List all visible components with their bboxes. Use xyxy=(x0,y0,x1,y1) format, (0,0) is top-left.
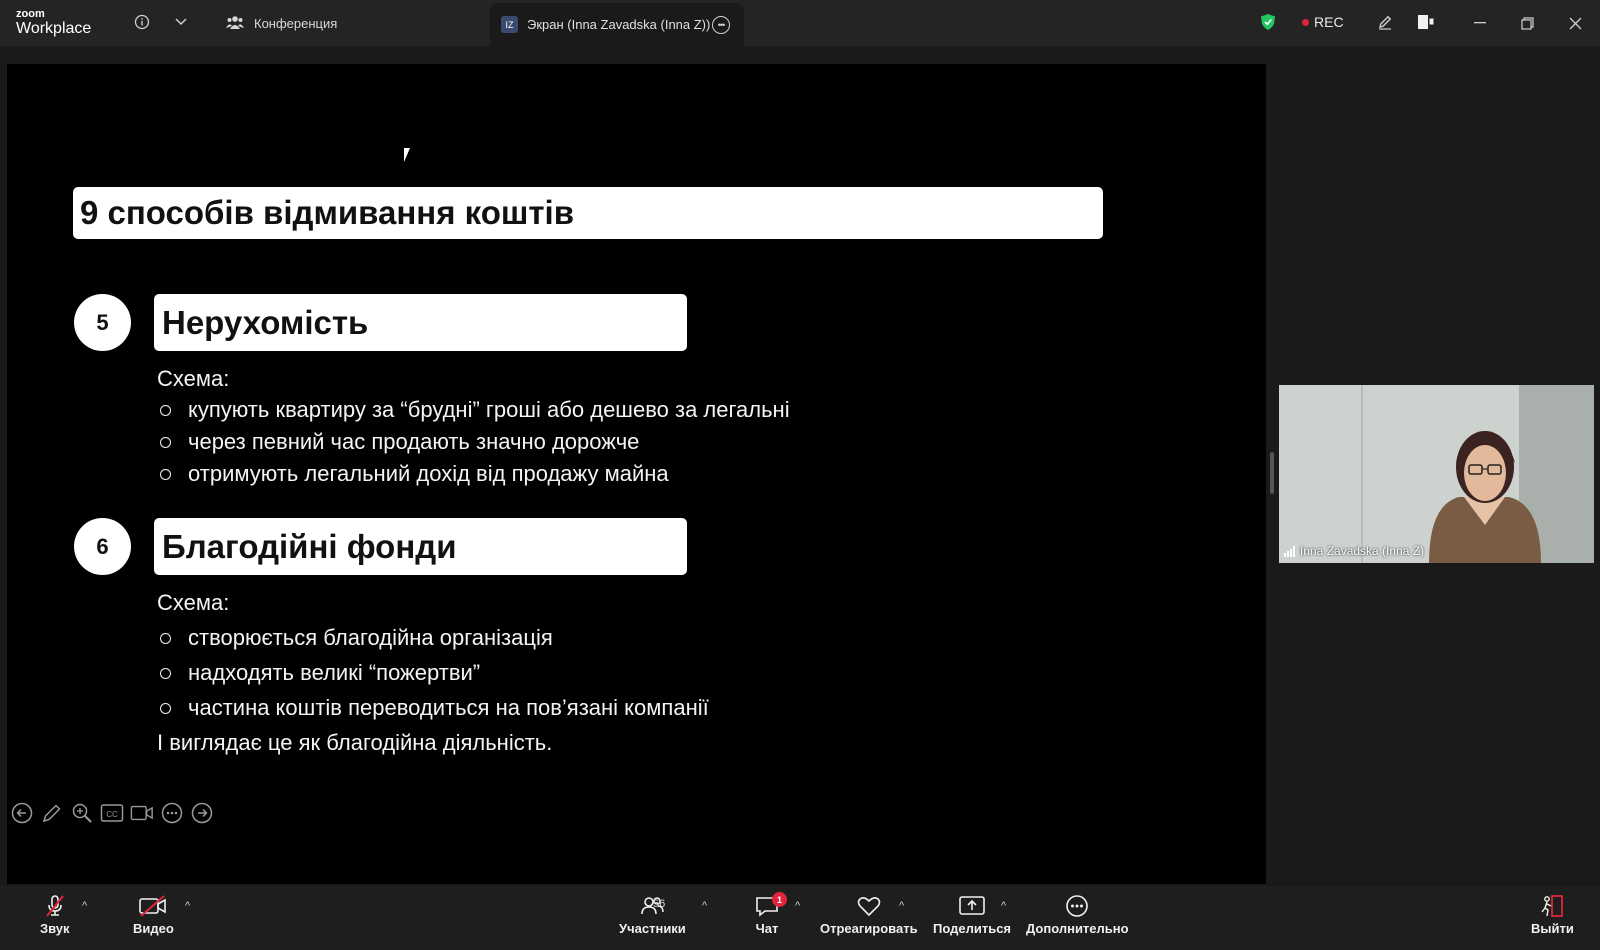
bullet-circle-icon xyxy=(160,404,171,416)
section-6-bullet: надходять великі “пожертви” xyxy=(157,660,480,686)
section-5-number: 5 xyxy=(74,294,131,351)
chat-button[interactable]: 1 Чат xyxy=(754,892,787,936)
share-label: Поделиться xyxy=(933,921,1012,936)
close-icon[interactable] xyxy=(1564,12,1586,34)
leave-button[interactable]: Выйти xyxy=(1531,894,1574,936)
screen-owner-avatar: IZ xyxy=(501,16,518,33)
view-layout-icon[interactable] xyxy=(1416,12,1436,32)
chevron-down-icon[interactable] xyxy=(171,12,191,32)
minimize-icon[interactable] xyxy=(1469,12,1491,34)
previous-slide-icon[interactable] xyxy=(10,801,34,825)
audio-button[interactable]: Звук xyxy=(40,894,70,936)
muted-mic-icon xyxy=(46,895,64,917)
more-label: Дополнительно xyxy=(1026,921,1129,936)
bullet-circle-icon xyxy=(160,468,171,480)
audio-options-caret-icon[interactable]: ^ xyxy=(82,900,87,912)
bullet-text: через певний час продають значно дорожче xyxy=(188,429,640,454)
more-options-icon[interactable]: ••• xyxy=(712,15,730,34)
info-icon[interactable] xyxy=(132,12,152,32)
zoom-icon[interactable] xyxy=(70,801,94,825)
svg-text:CC: CC xyxy=(106,810,118,819)
leave-label: Выйти xyxy=(1531,921,1574,936)
react-label: Отреагировать xyxy=(820,921,918,936)
leave-door-icon xyxy=(1541,895,1564,917)
bullet-text: надходять великі “пожертви” xyxy=(188,660,481,685)
participants-count: 56 xyxy=(653,898,666,910)
video-button[interactable]: Видео xyxy=(133,894,174,936)
zoom-logo: zoom Workplace xyxy=(16,9,91,37)
presentation-controls: CC xyxy=(10,801,214,825)
logo-workplace: Workplace xyxy=(16,20,92,37)
tab-screen-share[interactable]: IZ Экран (Inna Zavadska (Inna Z)) ••• xyxy=(490,3,744,46)
more-icon[interactable] xyxy=(160,801,184,825)
shared-screen: 9 способів відмивання коштів 5 Нерухоміс… xyxy=(7,64,1266,884)
restore-icon[interactable] xyxy=(1516,12,1538,34)
recording-indicator[interactable]: REC xyxy=(1302,14,1344,30)
meeting-toolbar: Звук ^ Видео ^ 56 Участники ^ 1 Чат ^ От… xyxy=(0,886,1600,950)
subtitles-icon[interactable]: CC xyxy=(100,801,124,825)
section-6-bullet: створюється благодійна організація xyxy=(157,625,553,651)
security-shield-icon[interactable] xyxy=(1258,12,1278,32)
participant-name-tag: Inna Zavadska (Inna Z) xyxy=(1284,544,1424,558)
section-5-bullet: через певний час продають значно дорожче xyxy=(157,429,639,455)
bullet-circle-icon xyxy=(160,702,171,714)
bullet-circle-icon xyxy=(160,632,171,644)
people-icon xyxy=(226,15,244,32)
chat-label: Чат xyxy=(755,921,779,936)
bullet-text: купують квартиру за “брудні” гроші або д… xyxy=(188,397,790,422)
more-button[interactable]: Дополнительно xyxy=(1026,894,1129,936)
video-options-caret-icon[interactable]: ^ xyxy=(185,900,190,912)
section-5-bullet: купують квартиру за “брудні” гроші або д… xyxy=(157,397,790,423)
chat-unread-badge: 1 xyxy=(772,892,787,907)
video-feed xyxy=(1279,385,1594,563)
section-6-title: Благодійні фонди xyxy=(154,518,687,575)
section-6-scheme-label: Схема: xyxy=(157,590,230,615)
rec-label: REC xyxy=(1314,14,1344,30)
pen-tool-icon[interactable] xyxy=(40,801,64,825)
rec-dot-icon xyxy=(1302,18,1309,26)
section-6-footer: І виглядає це як благодійна діяльність. xyxy=(157,730,553,755)
heart-icon xyxy=(857,897,881,917)
panel-resize-handle[interactable] xyxy=(1270,452,1274,494)
tab-conference[interactable]: Конференция xyxy=(226,0,337,46)
section-6-bullet: частина коштів переводиться на пов’язані… xyxy=(157,695,709,721)
audio-label: Звук xyxy=(40,921,70,936)
section-5-bullet: отримують легальний дохід від продажу ма… xyxy=(157,461,669,487)
video-label: Видео xyxy=(133,921,174,936)
section-5-scheme-label: Схема: xyxy=(157,366,230,391)
section-6-number: 6 xyxy=(74,518,131,575)
react-options-caret-icon[interactable]: ^ xyxy=(899,900,904,912)
bullet-text: частина коштів переводиться на пов’язані… xyxy=(188,695,709,720)
signal-strength-icon xyxy=(1284,545,1295,557)
tab-conference-label: Конференция xyxy=(254,15,338,31)
annotate-pencil-icon[interactable] xyxy=(1375,12,1395,32)
participants-options-caret-icon[interactable]: ^ xyxy=(702,900,707,912)
title-bar: zoom Workplace Конференция IZ Экран (Inn… xyxy=(0,0,1600,46)
share-options-caret-icon[interactable]: ^ xyxy=(1001,900,1006,912)
tab-screen-label: Экран (Inna Zavadska (Inna Z)) xyxy=(527,17,711,32)
participant-name: Inna Zavadska (Inna Z) xyxy=(1300,544,1425,558)
participants-label: Участники xyxy=(619,921,686,936)
section-5-title: Нерухомість xyxy=(154,294,687,351)
bullet-text: отримують легальний дохід від продажу ма… xyxy=(188,461,669,486)
bullet-circle-icon xyxy=(160,667,171,679)
video-off-icon xyxy=(139,895,167,917)
bullet-text: створюється благодійна організація xyxy=(188,625,553,650)
next-slide-icon[interactable] xyxy=(190,801,214,825)
camera-icon[interactable] xyxy=(130,801,154,825)
share-screen-icon xyxy=(959,896,985,915)
share-screen-button[interactable]: Поделиться xyxy=(933,894,1011,936)
more-icon xyxy=(1066,895,1089,917)
slide-title: 9 способів відмивання коштів xyxy=(73,187,1103,239)
chat-options-caret-icon[interactable]: ^ xyxy=(795,900,800,912)
participants-button[interactable]: 56 Участники xyxy=(619,894,686,936)
mouse-cursor-icon xyxy=(404,148,416,162)
bullet-circle-icon xyxy=(160,436,171,448)
participant-video[interactable]: Inna Zavadska (Inna Z) xyxy=(1279,385,1594,563)
logo-zoom: zoom xyxy=(16,8,45,20)
